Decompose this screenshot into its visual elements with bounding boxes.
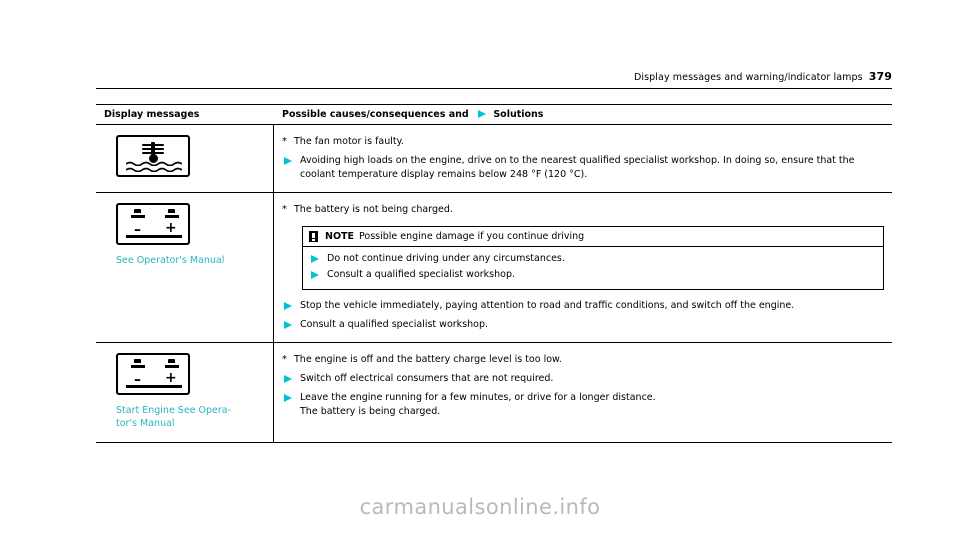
symbol-caption: See Operator's Manual [116, 255, 225, 266]
solution-text: Leave the engine running for a few minut… [300, 392, 656, 417]
column-header-causes-solutions: Possible causes/consequences and Solutio… [274, 105, 892, 124]
symbol-cell: – + Start Engine See Opera- tor's Manual [96, 343, 274, 442]
cause-line: * The battery is not being charged. [282, 203, 884, 217]
symbol-cell [96, 125, 274, 192]
battery-symbol-wrap: – + [116, 353, 273, 395]
solution-arrow-icon [282, 299, 302, 313]
display-messages-table: Display messages Possible causes/consequ… [96, 104, 892, 443]
content-cell: * The engine is off and the battery char… [274, 343, 892, 442]
solution-arrow-icon [282, 154, 302, 168]
symbol-caption: Start Engine See Opera- tor's Manual [116, 405, 232, 429]
page-header: Display messages and warning/indicator l… [96, 70, 892, 83]
header-divider [96, 88, 892, 89]
column-header-solutions-text: Solutions [493, 109, 544, 120]
note-header: NOTE Possible engine damage if you conti… [303, 227, 883, 247]
star-marker: * [282, 136, 287, 147]
cause-text: The engine is off and the battery charge… [294, 354, 562, 365]
content-cell: * The battery is not being charged. NOTE… [274, 193, 892, 342]
solution-text: Avoiding high loads on the engine, drive… [300, 155, 855, 180]
cause-line: * The fan motor is faulty. [282, 135, 884, 149]
note-solution-line: Do not continue driving under any circum… [309, 252, 877, 266]
table-header-row: Display messages Possible causes/consequ… [96, 105, 892, 125]
solution-arrow-icon [282, 318, 302, 332]
star-marker: * [282, 354, 287, 365]
page-number: 379 [868, 70, 892, 83]
battery-symbol-wrap: – + [116, 203, 273, 245]
symbol-cell: – + See Operator's Manual [96, 193, 274, 342]
cause-text: The fan motor is faulty. [294, 136, 404, 147]
solution-arrow-icon [309, 252, 329, 266]
note-text: Possible engine damage if you continue d… [359, 231, 585, 242]
battery-warning-icon: – + [116, 203, 190, 245]
solution-line: Stop the vehicle immediately, paying att… [282, 299, 884, 313]
solution-arrow-icon [282, 372, 302, 386]
warning-note-icon [309, 231, 318, 242]
coolant-temperature-warning-icon [116, 135, 190, 177]
solution-arrow-icon [478, 110, 487, 118]
note-label: NOTE [325, 231, 354, 242]
header-title: Display messages and warning/indicator l… [633, 72, 863, 83]
solution-text: Stop the vehicle immediately, paying att… [300, 300, 795, 311]
cause-line: * The engine is off and the battery char… [282, 353, 884, 367]
note-box: NOTE Possible engine damage if you conti… [302, 226, 884, 290]
note-body: Do not continue driving under any circum… [303, 247, 883, 289]
document-page: Display messages and warning/indicator l… [0, 0, 960, 533]
coolant-symbol-wrap [116, 135, 273, 177]
battery-warning-icon: – + [116, 353, 190, 395]
solution-text: Switch off electrical consumers that are… [300, 373, 554, 384]
table-row: – + See Operator's Manual * The battery … [96, 193, 892, 343]
table-row: – + Start Engine See Opera- tor's Manual… [96, 343, 892, 442]
star-marker: * [282, 204, 287, 215]
solution-arrow-icon [309, 268, 329, 282]
note-solution-text: Do not continue driving under any circum… [327, 253, 565, 264]
table-row: * The fan motor is faulty. Avoiding high… [96, 125, 892, 193]
note-solution-text: Consult a qualified specialist workshop. [327, 269, 515, 280]
cause-text: The battery is not being charged. [294, 204, 453, 215]
note-solution-line: Consult a qualified specialist workshop. [309, 268, 877, 282]
content-cell: * The fan motor is faulty. Avoiding high… [274, 125, 892, 192]
column-header-display-messages: Display messages [104, 109, 200, 120]
column-header-causes-text: Possible causes/consequences and [282, 109, 469, 120]
solution-line: Avoiding high loads on the engine, drive… [282, 154, 884, 182]
solution-text: Consult a qualified specialist workshop. [300, 319, 488, 330]
solution-line: Leave the engine running for a few minut… [282, 391, 884, 419]
solution-arrow-icon [282, 391, 302, 405]
watermark: carmanualsonline.info [359, 495, 601, 519]
solution-line: Consult a qualified specialist workshop. [282, 318, 884, 332]
solution-line: Switch off electrical consumers that are… [282, 372, 884, 386]
